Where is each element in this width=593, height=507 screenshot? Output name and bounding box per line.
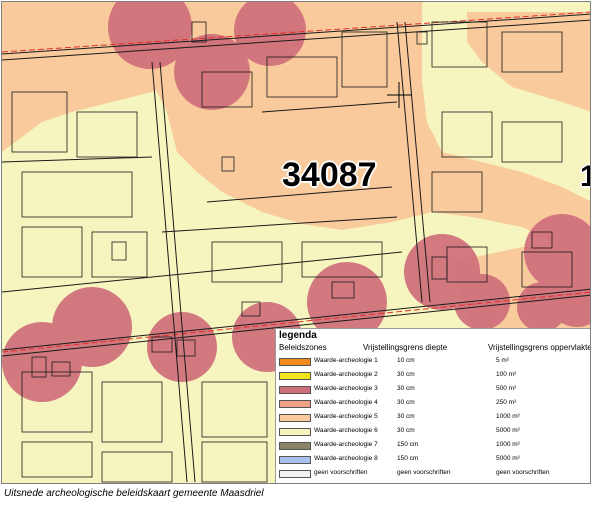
legend-area: 100 m² <box>496 371 517 378</box>
legend-row: geen voorschriften geen voorschriften ge… <box>276 468 590 482</box>
legend-row: Waarde-archeologie 1 10 cm 5 m² <box>276 356 590 370</box>
legend-depth: geen voorschriften <box>397 469 451 476</box>
legend-area: 1000 m² <box>496 441 520 448</box>
legend-area: 5000 m² <box>496 455 520 462</box>
map-caption: Uitsnede archeologische beleidskaart gem… <box>4 488 264 499</box>
legend-zone-name: Waarde-archeologie 8 <box>314 455 378 462</box>
legend-title: legenda <box>279 330 317 341</box>
legend-row: Waarde-archeologie 2 30 cm 100 m² <box>276 370 590 384</box>
legend-swatch <box>279 400 311 408</box>
legend-area: 250 m² <box>496 399 517 406</box>
legend-swatch <box>279 358 311 366</box>
legend-row: Waarde-archeologie 6 30 cm 5000 m² <box>276 426 590 440</box>
legend-row: Waarde-archeologie 4 30 cm 250 m² <box>276 398 590 412</box>
legend-swatch <box>279 442 311 450</box>
legend-depth: 150 cm <box>397 455 419 462</box>
legend-zone-name: Waarde-archeologie 6 <box>314 427 378 434</box>
zone-3-circle <box>517 282 567 332</box>
legend-area: 5000 m² <box>496 427 520 434</box>
legend-zone-name: Waarde-archeologie 3 <box>314 385 378 392</box>
legend-swatch <box>279 386 311 394</box>
legend-zone-name: Waarde-archeologie 4 <box>314 399 378 406</box>
parcel-number-label: 34087 <box>282 156 377 194</box>
legend-header-depth: Vrijstellingsgrens diepte <box>363 343 448 352</box>
legend-depth: 30 cm <box>397 413 415 420</box>
legend-swatch <box>279 372 311 380</box>
map-viewport[interactable]: 34087 1 legenda Beleidszones Vrijstellin… <box>1 1 591 484</box>
legend-depth: 30 cm <box>397 399 415 406</box>
legend-zone-name: Waarde-archeologie 5 <box>314 413 378 420</box>
legend-header-area: Vrijstellingsgrens oppervlakte <box>488 343 591 352</box>
legend-swatch <box>279 428 311 436</box>
edge-parcel-label: 1 <box>580 160 590 194</box>
legend-swatch <box>279 456 311 464</box>
legend-zone-name: geen voorschriften <box>314 469 368 476</box>
legend-depth: 150 cm <box>397 441 419 448</box>
legend-header-zones: Beleidszones <box>279 343 327 352</box>
legend-zone-name: Waarde-archeologie 7 <box>314 441 378 448</box>
legend-depth: 30 cm <box>397 427 415 434</box>
legend-depth: 30 cm <box>397 385 415 392</box>
legend-row: Waarde-archeologie 7 150 cm 1000 m² <box>276 440 590 454</box>
legend-zone-name: Waarde-archeologie 2 <box>314 371 378 378</box>
legend-zone-name: Waarde-archeologie 1 <box>314 357 378 364</box>
legend-depth: 10 cm <box>397 357 415 364</box>
map-legend: legenda Beleidszones Vrijstellingsgrens … <box>275 328 591 483</box>
legend-area: geen voorschriften <box>496 469 550 476</box>
legend-area: 500 m² <box>496 385 517 392</box>
legend-row: Waarde-archeologie 3 30 cm 500 m² <box>276 384 590 398</box>
legend-area: 1000 m² <box>496 413 520 420</box>
legend-row: Waarde-archeologie 5 30 cm 1000 m² <box>276 412 590 426</box>
legend-swatch <box>279 414 311 422</box>
legend-depth: 30 cm <box>397 371 415 378</box>
legend-row: Waarde-archeologie 8 150 cm 5000 m² <box>276 454 590 468</box>
legend-swatch <box>279 470 311 478</box>
legend-area: 5 m² <box>496 357 509 364</box>
